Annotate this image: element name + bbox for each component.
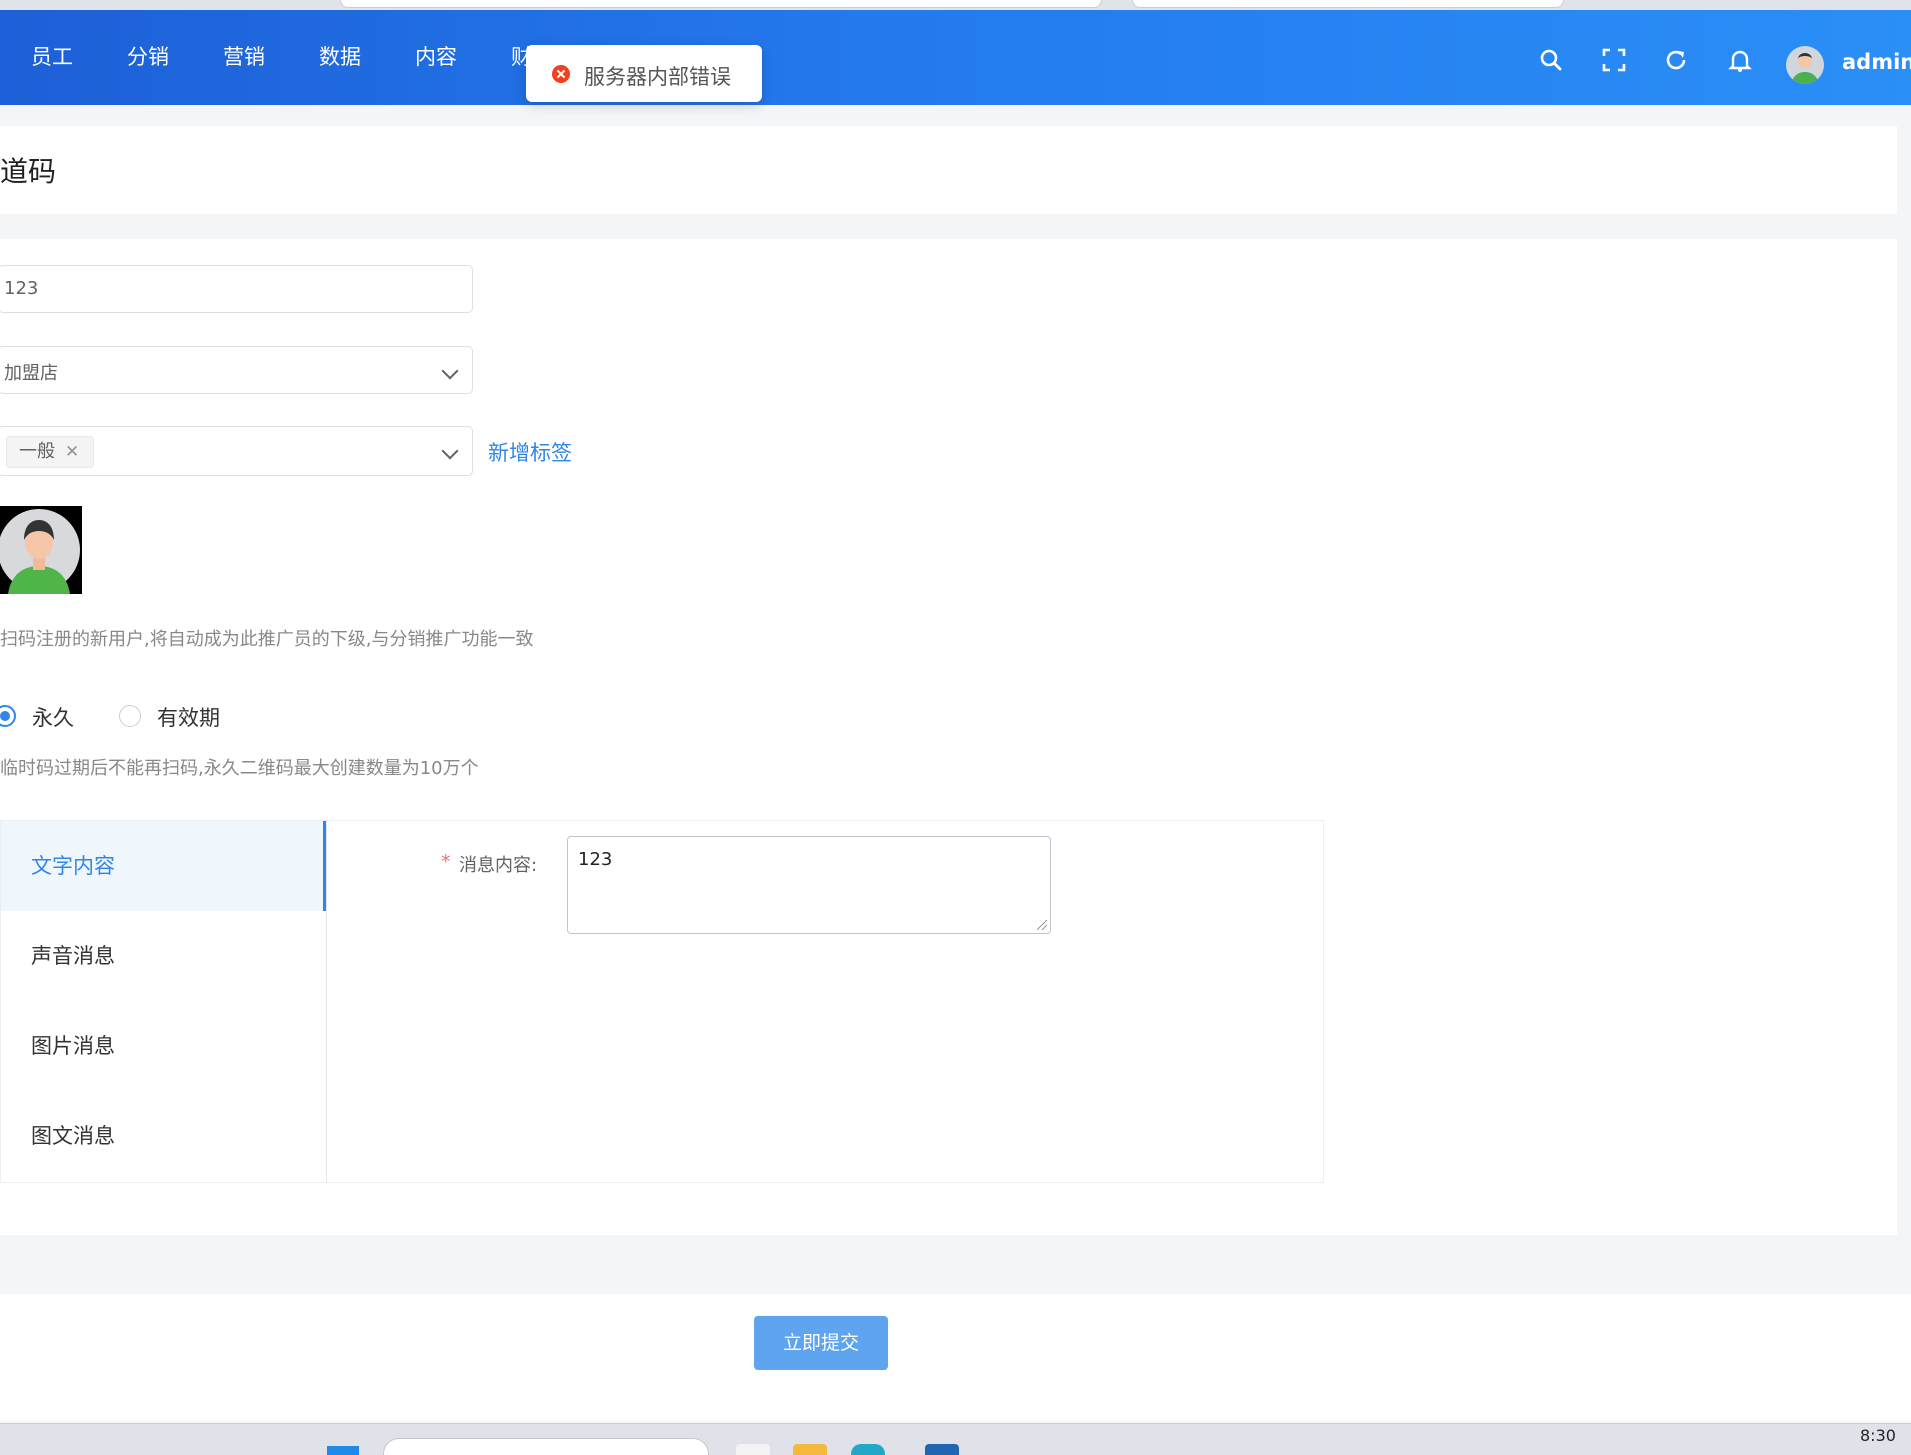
task-view-icon[interactable]	[736, 1444, 770, 1455]
radio-temporary-label[interactable]: 有效期	[157, 702, 220, 732]
radio-temporary[interactable]	[119, 705, 141, 727]
tab-label: 图文消息	[31, 1124, 115, 1148]
browser-tab[interactable]	[1132, 0, 1564, 8]
avatar-person-icon	[1791, 53, 1819, 84]
selected-tag-label: 一般	[19, 441, 55, 462]
promoter-avatar[interactable]	[0, 506, 82, 594]
tab-article-message[interactable]: 图文消息	[1, 1091, 326, 1181]
browser-tab[interactable]	[340, 0, 1102, 8]
name-input[interactable]: 123	[0, 265, 473, 313]
user-name[interactable]: admin	[1842, 50, 1911, 74]
tab-label: 声音消息	[31, 944, 115, 968]
taskbar-clock: 8:30	[1860, 1426, 1896, 1445]
chevron-down-icon	[441, 362, 459, 380]
toast-message: 服务器内部错误	[584, 65, 731, 89]
top-header: 员工 分销 营销 数据 内容 财 admin	[0, 10, 1911, 105]
chevron-down-icon	[441, 442, 459, 460]
tab-image-message[interactable]: 图片消息	[1, 1001, 326, 1091]
os-taskbar: 8:30	[0, 1423, 1911, 1455]
form-footer: 立即提交	[0, 1294, 1911, 1421]
message-content-label: 消息内容:	[459, 855, 538, 876]
message-content-textarea[interactable]: 123	[567, 836, 1051, 934]
add-tag-link[interactable]: 新增标签	[488, 437, 572, 467]
radio-permanent[interactable]	[0, 705, 16, 727]
tag-select[interactable]: 一般 ✕	[0, 426, 473, 476]
search-icon[interactable]	[1536, 45, 1566, 75]
fullscreen-icon[interactable]	[1599, 45, 1629, 75]
file-explorer-icon[interactable]	[793, 1444, 827, 1455]
message-content-value: 123	[578, 849, 613, 870]
group-select-value: 加盟店	[4, 363, 58, 384]
browser-icon[interactable]	[851, 1444, 885, 1455]
message-panel: 文字内容 声音消息 图片消息 图文消息 * 消息内容: 123	[0, 820, 1324, 1183]
avatar-hint: 扫码注册的新用户,将自动成为此推广员的下级,与分销推广功能一致	[0, 629, 534, 650]
selected-tag: 一般 ✕	[6, 436, 95, 468]
page-title: 道码	[0, 155, 57, 188]
resize-handle-icon[interactable]	[1037, 920, 1047, 930]
nav-item-data[interactable]: 数据	[319, 10, 361, 105]
radio-permanent-label[interactable]: 永久	[32, 702, 74, 732]
tag-close-icon[interactable]: ✕	[65, 442, 79, 462]
taskbar-search[interactable]	[383, 1438, 709, 1455]
name-input-value: 123	[4, 278, 39, 299]
tab-label: 文字内容	[31, 854, 115, 878]
error-circle-icon	[552, 65, 570, 83]
refresh-icon[interactable]	[1661, 45, 1691, 75]
bell-icon[interactable]	[1725, 45, 1755, 75]
required-mark: *	[441, 851, 451, 873]
form-card: 123 加盟店 一般 ✕ 新增标签 扫码注册的新用户,将自动成为此推广员的下级,与…	[0, 239, 1897, 1235]
tab-label: 图片消息	[31, 1034, 115, 1058]
error-toast: 服务器内部错误	[526, 45, 762, 102]
tab-voice-message[interactable]: 声音消息	[1, 911, 326, 1001]
title-card: 道码	[0, 126, 1897, 214]
submit-button[interactable]: 立即提交	[754, 1316, 888, 1370]
nav-item-staff[interactable]: 员工	[31, 10, 73, 105]
user-avatar[interactable]	[1786, 46, 1824, 84]
browser-tab-strip	[0, 0, 1911, 10]
validity-hint: 临时码过期后不能再扫码,永久二维码最大创建数量为10万个	[0, 758, 479, 779]
nav-item-content[interactable]: 内容	[415, 10, 457, 105]
message-tab-list: 文字内容 声音消息 图片消息 图文消息	[1, 821, 327, 1182]
nav-item-marketing[interactable]: 营销	[223, 10, 265, 105]
store-icon[interactable]	[925, 1444, 959, 1455]
avatar-person-icon	[0, 509, 80, 594]
tab-text-content[interactable]: 文字内容	[1, 821, 326, 911]
group-select[interactable]: 加盟店	[0, 346, 473, 394]
nav-item-distribution[interactable]: 分销	[127, 10, 169, 105]
